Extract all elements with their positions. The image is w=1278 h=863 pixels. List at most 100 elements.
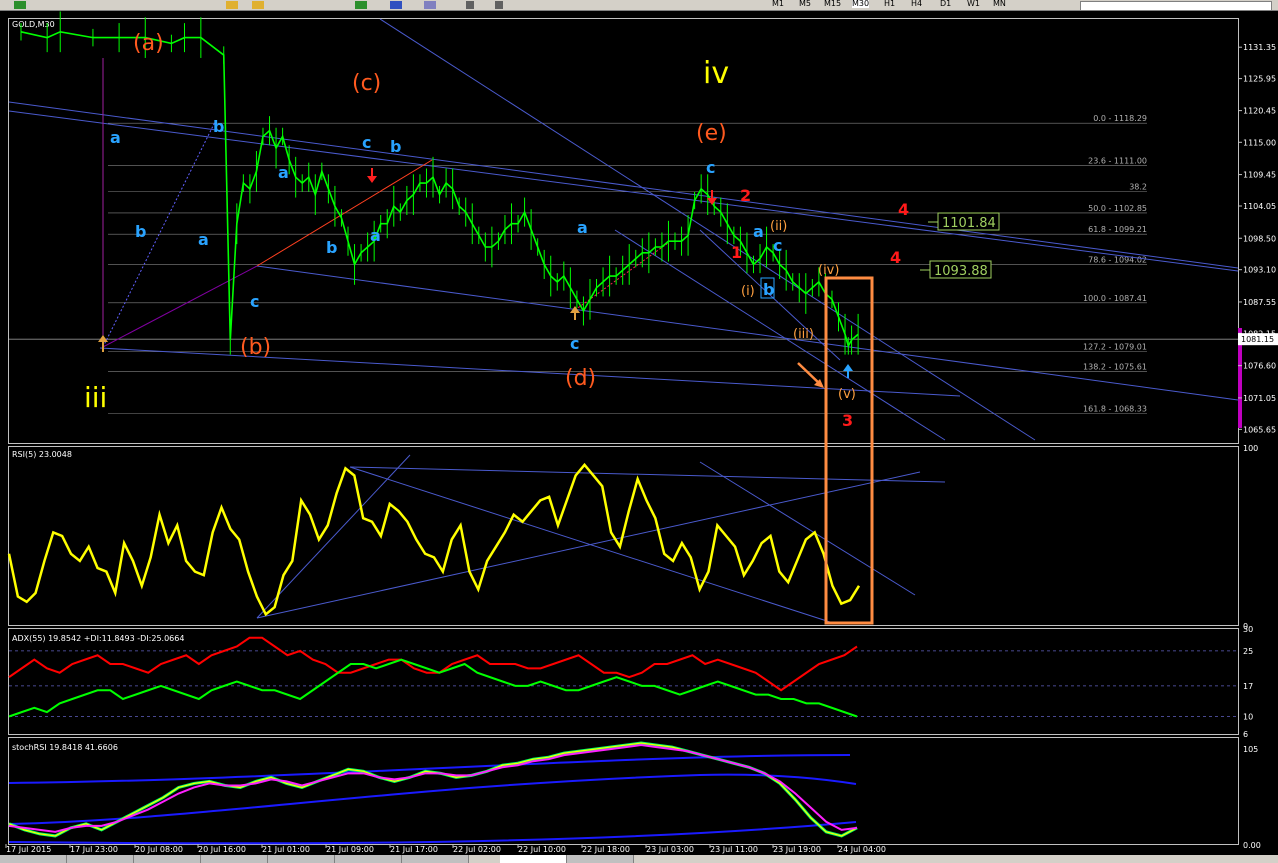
- pivot-arrow-4-head: [707, 198, 717, 205]
- sub-wave-ii: (ii): [770, 219, 787, 234]
- wave-c-major: (c): [352, 71, 381, 96]
- wave-b-1: b: [213, 117, 224, 136]
- time-tick-label: 21 Jul 09:00: [326, 845, 374, 854]
- fib-label: 127.2 - 1079.01: [1083, 343, 1147, 352]
- timeframe-h1[interactable]: H1: [884, 0, 895, 8]
- sub-wave-iv: (iv): [818, 263, 839, 278]
- periods-icon[interactable]: [390, 1, 402, 9]
- chart-tab-active[interactable]: [500, 855, 567, 863]
- cursor-icon[interactable]: [466, 1, 474, 9]
- timeframe-m5[interactable]: M5: [799, 0, 811, 8]
- wave-c-4: c: [706, 158, 715, 177]
- pivot-arrow-1-head: [98, 335, 108, 342]
- highlight-box: [824, 276, 874, 625]
- time-tick-label: 23 Jul 03:00: [646, 845, 694, 854]
- wave-b-4: b: [390, 137, 401, 156]
- chart-tab-2[interactable]: [67, 855, 134, 863]
- wave-c-1: c: [362, 133, 371, 152]
- wave-e-major: (e): [696, 121, 727, 146]
- channel-line: [8, 110, 1239, 272]
- time-tick-label: 24 Jul 04:00: [838, 845, 886, 854]
- time-tick-label: 20 Jul 08:00: [135, 845, 183, 854]
- level-1-text: 1101.84: [942, 216, 996, 231]
- price-candles: [20, 11, 859, 355]
- wave-c-5: c: [773, 236, 782, 255]
- timeframe-d1[interactable]: D1: [940, 0, 951, 8]
- chart-tab-9[interactable]: [567, 855, 634, 863]
- timeframe-m1[interactable]: M1: [772, 0, 784, 8]
- rsi-label: RSI(5) 23.0048: [12, 450, 72, 459]
- rsi-trend-line: [349, 466, 946, 483]
- wave-c-2: c: [250, 292, 259, 311]
- price-tick-label: 1120.45: [1243, 107, 1276, 116]
- stoch-tick-label: 0.00: [1243, 841, 1261, 850]
- chart-tab-6[interactable]: [335, 855, 402, 863]
- zoom-in-icon[interactable]: [226, 1, 238, 9]
- templates-icon[interactable]: [424, 1, 436, 9]
- fib-label: 78.6 - 1094.02: [1088, 255, 1147, 264]
- stoch-d-line: [8, 744, 858, 833]
- adx-tick-label: 30: [1243, 625, 1253, 634]
- chart-tab-4[interactable]: [201, 855, 268, 863]
- price-tick-label: 1065.65: [1243, 425, 1276, 434]
- rsi-tick-label: 100: [1243, 444, 1258, 453]
- pivot-arrow-2-head: [367, 176, 377, 183]
- time-tick-label: 23 Jul 11:00: [710, 845, 758, 854]
- wave-a-2: a: [198, 230, 209, 249]
- price-panel-frame: [8, 18, 1239, 444]
- timeframe-m30[interactable]: M30: [852, 0, 870, 8]
- time-tick-label: 23 Jul 19:00: [773, 845, 821, 854]
- chart-tab-1[interactable]: [0, 855, 67, 863]
- fib-label: 138.2 - 1075.61: [1083, 362, 1147, 371]
- price-tick-label: 1104.05: [1243, 202, 1276, 211]
- zoom-out-icon[interactable]: [252, 1, 264, 9]
- price-tick-label: 1109.45: [1243, 171, 1276, 180]
- wave-a-major: (a): [133, 31, 164, 56]
- wave-a-1: a: [110, 128, 121, 147]
- fib-label: 61.8 - 1099.21: [1088, 225, 1147, 234]
- fib-label: 50.0 - 1102.85: [1088, 204, 1147, 213]
- chart-tab-5[interactable]: [268, 855, 335, 863]
- adx-panel: 30 25 17 10 6: [8, 625, 1253, 739]
- time-tick-label: 20 Jul 16:00: [198, 845, 246, 854]
- stoch-mid-band: [8, 773, 857, 825]
- indicators-icon[interactable]: [355, 1, 367, 9]
- fib-label: 0.0 - 1118.29: [1093, 114, 1147, 123]
- price-tick-label: 1125.95: [1243, 75, 1276, 84]
- time-tick-label: 21 Jul 01:00: [262, 845, 310, 854]
- chart-tabs-bar: [0, 855, 1278, 863]
- wave-c-3: c: [570, 334, 579, 353]
- adx-tick-label: 10: [1243, 713, 1253, 722]
- rsi-trend-line: [349, 466, 831, 623]
- chart-window[interactable]: GOLD,M30 RSI(5) 23.0048 ADX(55) 19.8542 …: [0, 10, 1278, 855]
- crosshair-icon[interactable]: [495, 1, 503, 9]
- panel-frames: [8, 18, 1239, 845]
- pivot-arrow-5-head: [843, 364, 853, 371]
- time-tick-label: 22 Jul 18:00: [582, 845, 630, 854]
- chart-tab-7[interactable]: [402, 855, 469, 863]
- timeframe-h4[interactable]: H4: [911, 0, 922, 8]
- time-tick-label: 17 Jul 23:00: [70, 845, 118, 854]
- wave-a-3: a: [278, 163, 289, 182]
- rsi-panel: 1000: [7, 444, 1258, 631]
- wave-d-major: (d): [565, 366, 596, 391]
- chart-tab-3[interactable]: [134, 855, 201, 863]
- timeframe-w1[interactable]: W1: [967, 0, 980, 8]
- channel-line: [99, 347, 961, 397]
- new-order-icon[interactable]: [14, 1, 26, 9]
- sub-wave-i: (i): [741, 284, 755, 299]
- red-wave-3: 3: [842, 411, 853, 430]
- sub-wave-iii: (iii): [793, 327, 814, 342]
- price-tick-label: 1131.35: [1243, 43, 1276, 52]
- fib-label: 38.2: [1129, 183, 1147, 192]
- wave-iii: iii: [84, 381, 107, 414]
- wave-b-2: b: [135, 222, 146, 241]
- price-tick-label: 1115.00: [1243, 138, 1276, 147]
- current-price-label: 1081.15: [1241, 335, 1274, 344]
- wave-iv: iv: [703, 56, 729, 91]
- timeframe-mn[interactable]: MN: [993, 0, 1006, 8]
- stoch-panel-frame: [8, 737, 1239, 845]
- red-wave-2: 2: [740, 186, 751, 205]
- adx-label: ADX(55) 19.8542 +DI:11.8493 -DI:25.0664: [12, 634, 184, 643]
- timeframe-m15[interactable]: M15: [824, 0, 841, 8]
